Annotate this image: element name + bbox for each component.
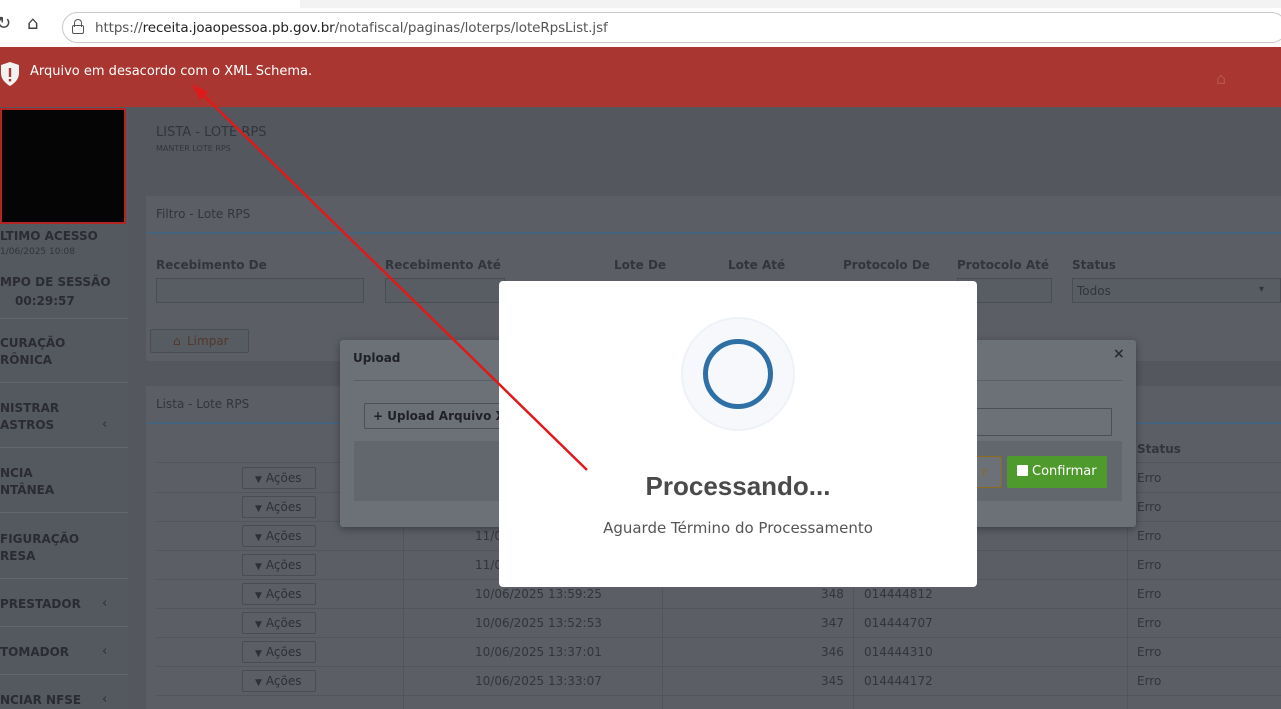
active-tab[interactable] xyxy=(0,0,300,8)
upload-xml-button[interactable]: + Upload Arquivo XML xyxy=(364,403,514,429)
url-path: /notafiscal/paginas/loterps/loteRpsList.… xyxy=(334,20,608,36)
confirm-label: Confirmar xyxy=(1032,464,1097,479)
confirm-button[interactable]: Confirmar xyxy=(1007,456,1107,488)
tab-strip xyxy=(0,0,1281,8)
processing-subtitle: Aguarde Término do Processamento xyxy=(603,519,873,537)
file-name-field[interactable] xyxy=(960,408,1112,436)
save-icon xyxy=(1017,465,1028,476)
upload-dialog-title: Upload xyxy=(353,351,401,365)
close-icon[interactable]: × xyxy=(1113,346,1125,362)
browser-toolbar: ↻ ⌂ https://receita.joaopessoa.pb.gov.br… xyxy=(0,0,1281,47)
shield-alert-icon xyxy=(1,62,19,86)
loading-spinner-icon xyxy=(703,339,773,409)
address-bar[interactable]: https://receita.joaopessoa.pb.gov.br/not… xyxy=(62,12,1281,43)
error-banner: Arquivo em desacordo com o XML Schema. ⌂ xyxy=(0,47,1281,107)
page: ↻ ⌂ https://receita.joaopessoa.pb.gov.br… xyxy=(0,0,1281,709)
upload-xml-label: Upload Arquivo XML xyxy=(387,409,514,423)
reload-icon[interactable]: ↻ xyxy=(0,14,11,34)
url-scheme: https:// xyxy=(95,20,143,36)
processing-title: Processando... xyxy=(645,471,831,501)
dismiss-icon[interactable]: ⌂ xyxy=(1216,69,1234,88)
processing-modal: Processando... Aguarde Término do Proces… xyxy=(499,281,977,587)
url-host: receita.joaopessoa.pb.gov.br xyxy=(142,20,335,36)
home-icon[interactable]: ⌂ xyxy=(27,14,38,34)
error-message: Arquivo em desacordo com o XML Schema. xyxy=(30,64,313,79)
plus-icon: + xyxy=(373,409,388,423)
url-text[interactable]: https://receita.joaopessoa.pb.gov.br/not… xyxy=(95,20,608,36)
spinner-container xyxy=(683,319,793,429)
site-info-icon[interactable] xyxy=(71,19,85,35)
